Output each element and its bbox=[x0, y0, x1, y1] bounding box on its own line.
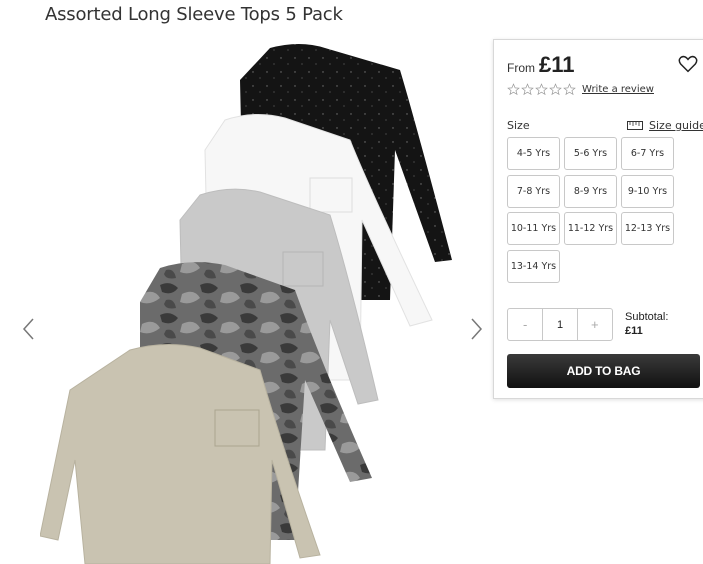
star-icon bbox=[521, 83, 534, 96]
subtotal-label: Subtotal: bbox=[625, 311, 669, 323]
quantity-input[interactable]: 1 bbox=[542, 309, 578, 340]
chevron-left-icon bbox=[22, 318, 34, 340]
chevron-right-icon bbox=[471, 318, 483, 340]
tops-5-pack-image bbox=[40, 44, 452, 564]
product-gallery bbox=[0, 40, 490, 564]
star-icon bbox=[549, 83, 562, 96]
ruler-icon bbox=[627, 121, 643, 130]
size-option[interactable]: 13-14 Yrs bbox=[507, 250, 560, 283]
size-option[interactable]: 12-13 Yrs bbox=[621, 212, 674, 245]
size-option[interactable]: 7-8 Yrs bbox=[507, 175, 560, 208]
quantity-decrease-button[interactable]: - bbox=[508, 309, 542, 340]
subtotal-value: £11 bbox=[625, 325, 643, 337]
size-option[interactable]: 6-7 Yrs bbox=[621, 137, 674, 170]
size-guide-label: Size guide bbox=[649, 119, 703, 132]
product-title: Assorted Long Sleeve Tops 5 Pack bbox=[45, 4, 343, 25]
gallery-prev-button[interactable] bbox=[18, 315, 40, 343]
star-icon bbox=[563, 83, 576, 96]
quantity-stepper: - 1 + bbox=[507, 308, 613, 341]
star-rating bbox=[507, 83, 576, 96]
price-value: £11 bbox=[539, 52, 575, 77]
size-option[interactable]: 11-12 Yrs bbox=[564, 212, 617, 245]
quantity-increase-button[interactable]: + bbox=[578, 309, 612, 340]
heart-icon[interactable] bbox=[677, 53, 699, 75]
star-icon bbox=[507, 83, 520, 96]
add-to-bag-button[interactable]: ADD TO BAG bbox=[507, 354, 700, 388]
size-option[interactable]: 5-6 Yrs bbox=[564, 137, 617, 170]
rating-row: Write a review bbox=[507, 83, 654, 96]
subtotal: Subtotal: £11 bbox=[625, 310, 668, 338]
size-guide-link[interactable]: Size guide bbox=[627, 119, 703, 132]
size-option[interactable]: 10-11 Yrs bbox=[507, 212, 560, 245]
write-review-link[interactable]: Write a review bbox=[582, 84, 654, 95]
size-label: Size bbox=[507, 119, 530, 132]
price-from-label: From bbox=[507, 61, 535, 75]
gallery-next-button[interactable] bbox=[465, 315, 487, 343]
purchase-panel: From £11 Write a review Size Size guide … bbox=[493, 39, 703, 399]
star-icon bbox=[535, 83, 548, 96]
size-option[interactable]: 4-5 Yrs bbox=[507, 137, 560, 170]
size-option[interactable]: 8-9 Yrs bbox=[564, 175, 617, 208]
size-option[interactable]: 9-10 Yrs bbox=[621, 175, 674, 208]
price-row: From £11 bbox=[507, 52, 575, 78]
